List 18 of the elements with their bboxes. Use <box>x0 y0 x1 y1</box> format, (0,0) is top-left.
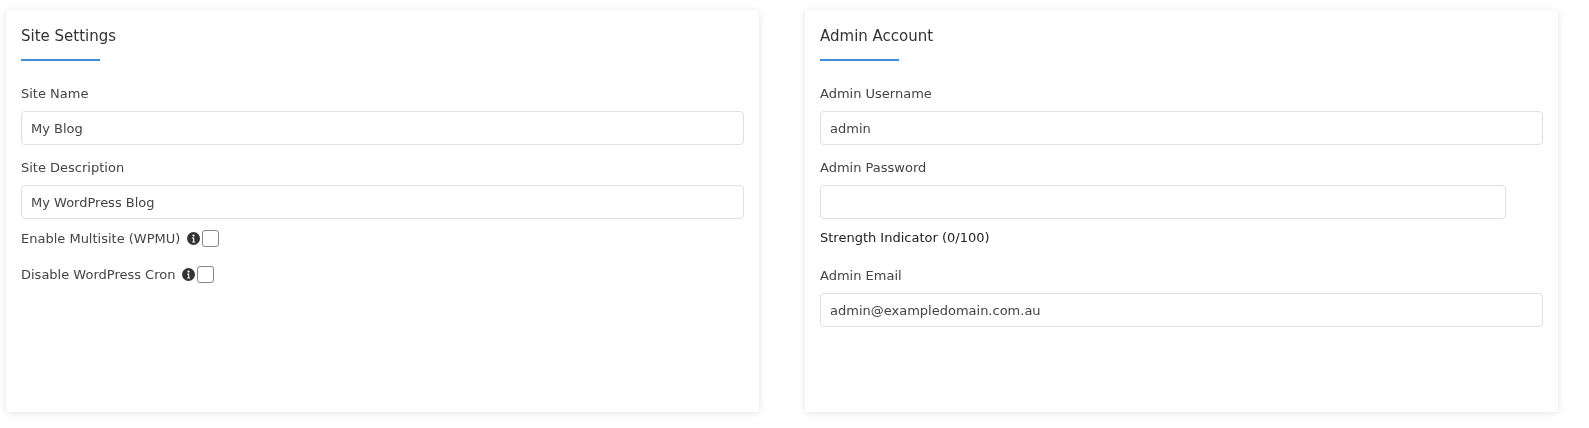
info-icon[interactable] <box>182 267 196 281</box>
input-field[interactable]: My WordPress Blog <box>21 185 744 219</box>
info-icon[interactable] <box>187 231 201 245</box>
checkbox[interactable] <box>197 265 215 283</box>
field-label: Site Description <box>21 159 126 177</box>
input-field[interactable]: My Blog <box>21 111 744 145</box>
checkbox-label: Enable Multisite (WPMU) <box>21 230 181 246</box>
checkbox-label: Disable WordPress Cron <box>21 266 176 282</box>
field-label: Admin Password <box>820 159 928 177</box>
field-label: Site Name <box>21 85 90 103</box>
card-title: Site Settings <box>21 26 118 46</box>
strength-indicator: Strength Indicator (0/100) <box>820 230 991 245</box>
checkbox[interactable] <box>202 229 220 247</box>
field-label: Admin Email <box>820 267 903 285</box>
card-title: Admin Account <box>820 26 935 46</box>
input-field[interactable]: admin <box>820 111 1543 145</box>
input-field[interactable]: admin@exampledomain.com.au <box>820 293 1543 327</box>
field-label: Admin Username <box>820 85 933 103</box>
